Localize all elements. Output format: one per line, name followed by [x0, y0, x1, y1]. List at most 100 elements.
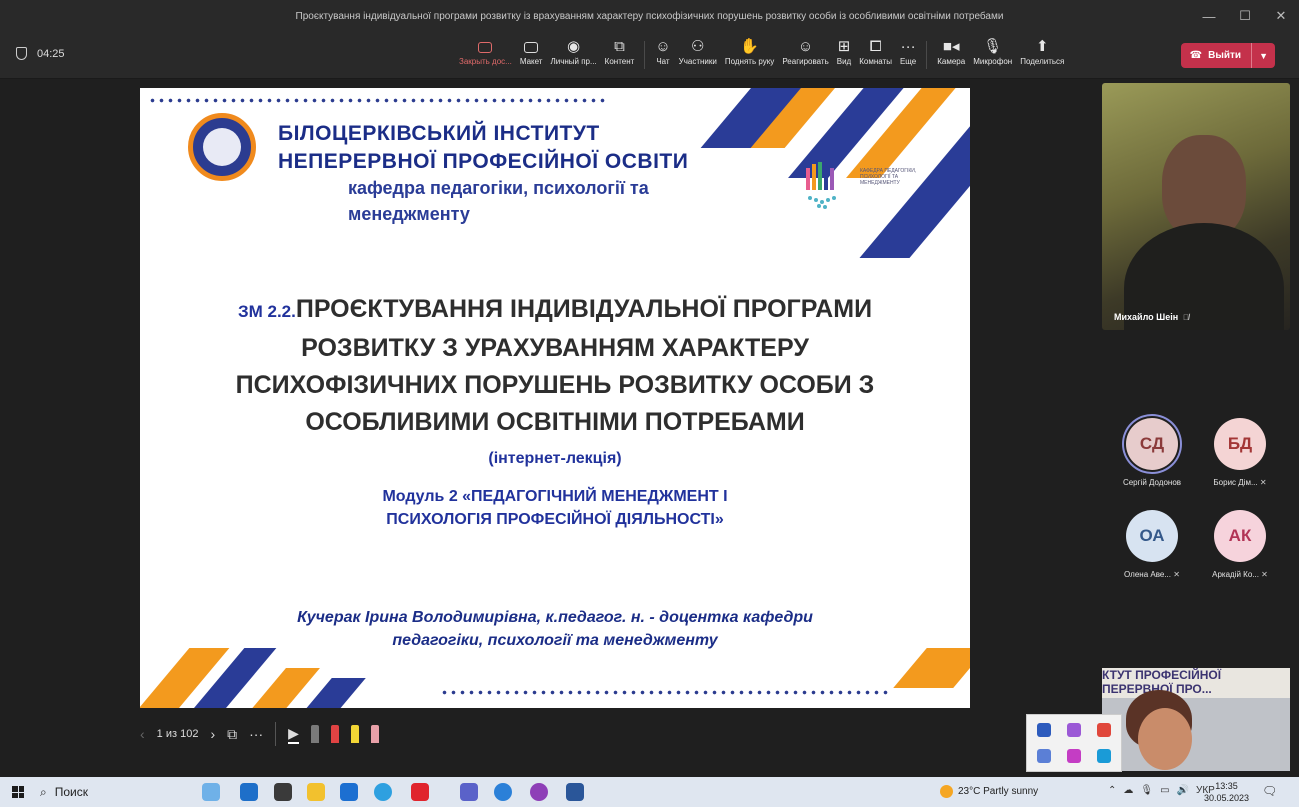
teams-meeting-window: Проєктування індивідуальної програми роз… [0, 0, 1299, 807]
toolbar-divider [926, 41, 928, 69]
camera-label: Камера [937, 57, 966, 66]
chevron-down-icon[interactable]: ▼ [1252, 51, 1275, 61]
next-slide-button[interactable]: › [210, 726, 215, 742]
close-content-button[interactable]: Закрыть дос... [455, 37, 516, 75]
slide-title: ЗМ 2.2.ПРОЄКТУВАННЯ ІНДИВІДУАЛЬНОЇ ПРОГР… [140, 291, 970, 441]
react-label: Реагировать [782, 57, 829, 66]
mic-tray-icon[interactable]: 🎙 [1140, 785, 1153, 796]
rooms-button[interactable]: ⧠ Комнаты [855, 37, 896, 75]
stripe-decoration [298, 678, 366, 708]
video-name-label: Михайло Шеін 🎙̸ [1114, 312, 1189, 322]
people-icon: ⚇ [691, 38, 705, 55]
participant-tile[interactable]: ОА Олена Аве... ✕ [1112, 510, 1192, 579]
chevron-up-icon[interactable]: ⌃ [1108, 785, 1116, 796]
eye-icon: ◉ [567, 38, 581, 55]
chat-button[interactable]: ☺ Чат [651, 37, 674, 75]
mic-label: Микрофон [973, 57, 1013, 66]
system-tray-overflow [1026, 714, 1122, 772]
participant-tile[interactable]: БД Борис Дім... ✕ [1200, 418, 1280, 487]
monitor-icon[interactable]: ▭ [1160, 785, 1169, 796]
raise-hand-label: Поднять руку [724, 57, 775, 66]
camera-button[interactable]: ■◂ Камера [933, 37, 969, 75]
close-window-button[interactable]: ✕ [1263, 0, 1299, 32]
banner-line1: КТУТ ПРОФЕСІЙНОЇ [1102, 668, 1222, 682]
react-button[interactable]: ☺ Реагировать [778, 37, 832, 75]
teams-icon[interactable] [460, 783, 478, 801]
weather-widget[interactable]: 23°C Partly sunny [940, 785, 1038, 798]
slide-grid-icon[interactable]: ⧉ [227, 726, 237, 743]
search-icon: ⌕ [40, 784, 47, 799]
view-button[interactable]: ⊞ Вид [833, 37, 855, 75]
leave-button[interactable]: ☎ Выйти ▼ [1180, 43, 1275, 68]
camera-icon: ■◂ [942, 38, 960, 55]
hand-icon: ✋ [740, 38, 759, 55]
prev-slide-button[interactable]: ‹ [140, 726, 145, 742]
eraser-icon[interactable] [370, 725, 379, 743]
rooms-icon: ⧠ [869, 38, 882, 55]
file-explorer-icon[interactable] [307, 783, 325, 801]
defender-icon[interactable] [1037, 723, 1051, 737]
department-line1: кафедра педагогіки, психології та [348, 178, 649, 198]
viber-app-icon[interactable] [530, 783, 548, 801]
app-tray-icon[interactable] [1097, 723, 1111, 737]
pointer-tool-icon[interactable]: ▶ [288, 725, 299, 744]
mail-icon[interactable] [340, 783, 358, 801]
maximize-button[interactable]: ☐ [1227, 0, 1263, 32]
participant-tile[interactable]: СД Сергій Додонов [1112, 418, 1192, 487]
raise-hand-button[interactable]: ✋ Поднять руку [721, 37, 778, 75]
highlighter-icon[interactable] [350, 725, 359, 743]
more-options-icon[interactable]: ··· [249, 726, 263, 742]
pen-red-icon[interactable] [330, 725, 339, 743]
pen-gray-icon[interactable] [310, 725, 319, 743]
title-line1: ПРОЄКТУВАННЯ ІНДИВІДУАЛЬНОЇ ПРОГРАМИ [295, 295, 873, 323]
more-button[interactable]: ··· Еще [896, 37, 920, 75]
grid-icon: ⊞ [837, 38, 851, 55]
windows-start-icon[interactable] [12, 786, 24, 798]
word-icon[interactable] [566, 783, 584, 801]
viber-icon[interactable] [1067, 723, 1081, 737]
self-video-tile[interactable]: КТУТ ПРОФЕСІЙНОЇ ПЕРЕРВНОЇ ПРО... [1102, 668, 1290, 771]
clock-date: 30.05.2023 [1204, 793, 1250, 803]
controls-divider [275, 722, 277, 746]
more-label: Еще [899, 57, 917, 66]
timer-text: 04:25 [37, 47, 65, 60]
module-line2: ПСИХОЛОГІЯ ПРОФЕСІЙНОЇ ДІЯЛЬНОСТІ» [386, 511, 724, 528]
content-button[interactable]: ⧉ Контент [601, 37, 639, 75]
taskbar-search[interactable]: ⌕ Поиск [40, 783, 88, 801]
taskbar-clock[interactable]: 13:35 30.05.2023 [1204, 780, 1249, 804]
edge-tray-icon[interactable] [1097, 749, 1111, 763]
user-app-icon[interactable] [240, 783, 258, 801]
more-icon: ··· [900, 38, 916, 55]
share-button[interactable]: ⬆ Поделиться [1016, 37, 1068, 75]
smiley-icon: ☺ [797, 38, 814, 55]
edge-icon[interactable] [374, 783, 392, 801]
chat-app-icon[interactable] [494, 783, 512, 801]
leave-main-button[interactable]: ☎ Выйти [1181, 43, 1253, 68]
dot-pattern [148, 96, 608, 106]
widgets-icon[interactable] [202, 783, 220, 801]
department-logo-icon [806, 162, 836, 209]
module-code: ЗМ 2.2. [237, 302, 296, 321]
phone-hangup-icon: ☎ [1189, 50, 1203, 61]
personal-view-button[interactable]: ◉ Личный пр... [546, 37, 600, 75]
participant-video-tile[interactable]: Михайло Шеін 🎙̸ [1102, 83, 1290, 330]
weather-text: 23°C Partly sunny [958, 786, 1039, 797]
task-view-icon[interactable] [274, 783, 292, 801]
mic-button[interactable]: 🎙 Микрофон [969, 37, 1016, 75]
layout-button[interactable]: Макет [516, 37, 547, 75]
volume-icon[interactable]: 🔊 [1177, 785, 1189, 796]
participants-button[interactable]: ⚇ Участники [675, 37, 721, 75]
pen-tray-icon[interactable] [1067, 749, 1081, 763]
minimize-button[interactable]: — [1191, 0, 1227, 32]
teams-tray-icon[interactable] [1037, 749, 1051, 763]
department-line2: менеджменту [348, 204, 470, 224]
opera-icon[interactable] [411, 783, 429, 801]
open-content-icon: ⧉ [614, 38, 625, 55]
network-icon[interactable]: ☁ [1123, 785, 1133, 796]
meeting-timer: 04:25 [16, 47, 65, 60]
notification-icon[interactable]: 🗨4 [1262, 784, 1278, 800]
meeting-toolbar: 04:25 Закрыть дос... Макет ◉ Личный пр..… [0, 32, 1299, 79]
title-line3: ПСИХОФІЗИЧНИХ ПОРУШЕНЬ РОЗВИТКУ ОСОБИ З [235, 371, 875, 399]
participant-tile[interactable]: АК Аркадій Ко... ✕ [1200, 510, 1280, 579]
mic-icon: 🎙 [983, 38, 1003, 55]
